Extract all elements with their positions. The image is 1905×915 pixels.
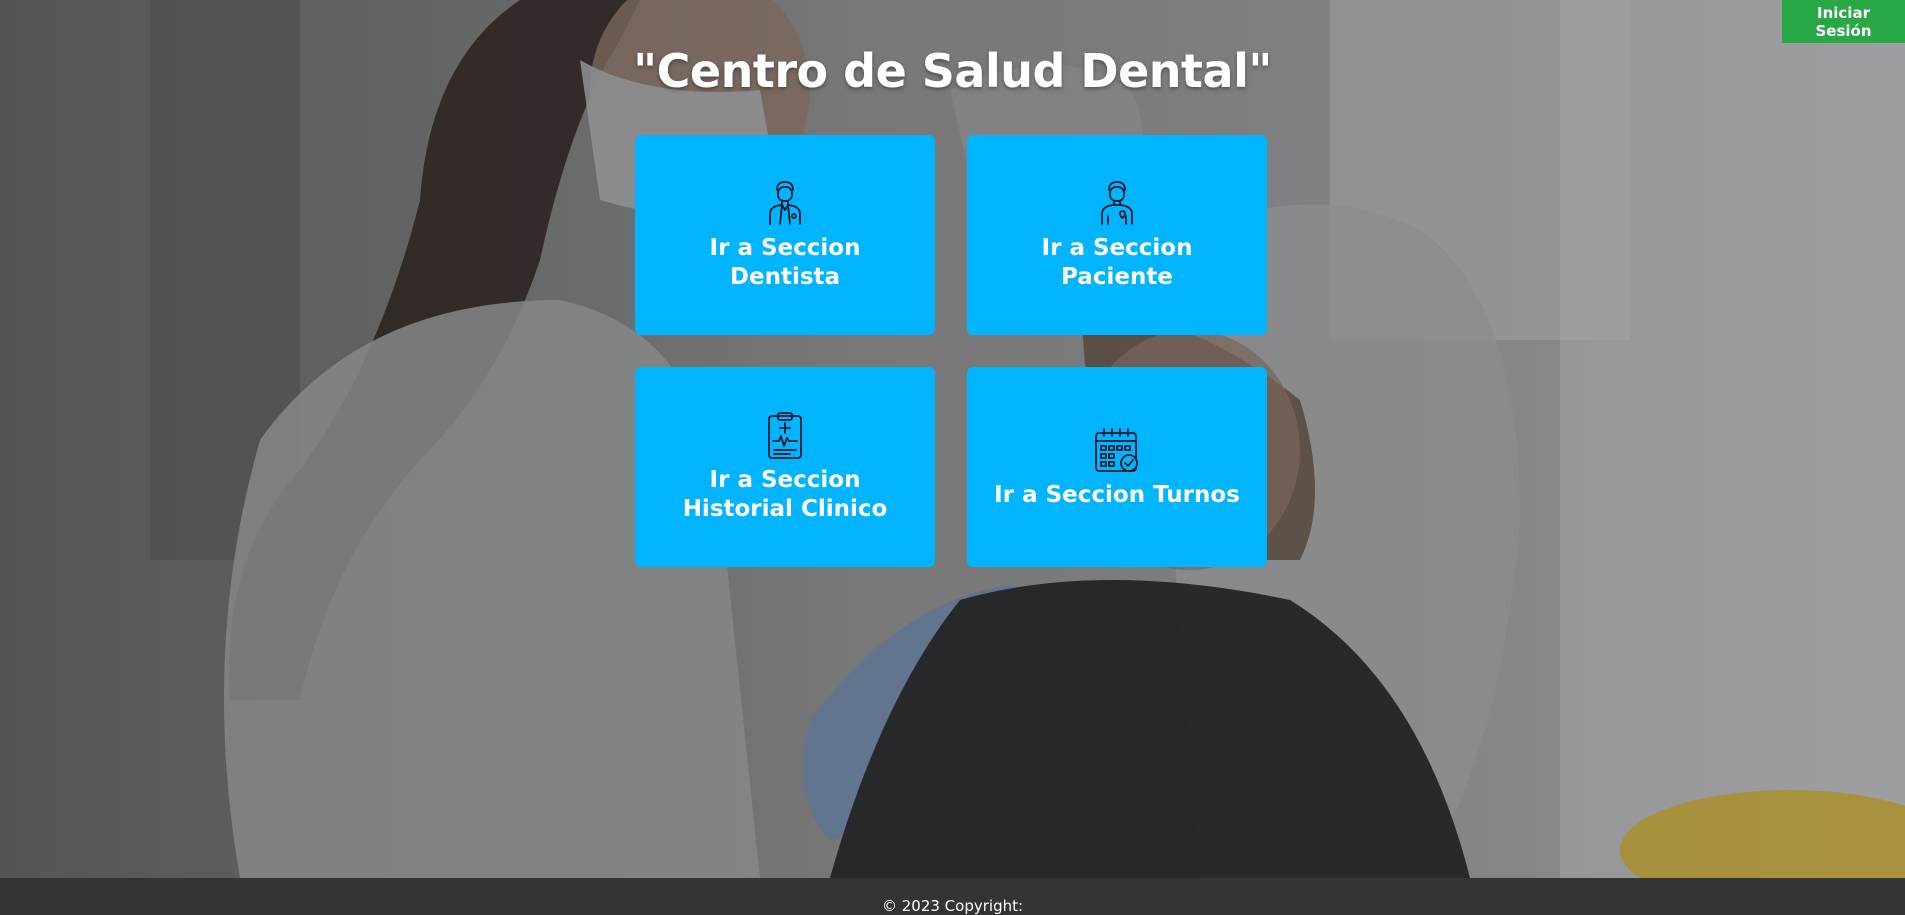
page: Iniciar Sesión "Centro de Salud Dental" … — [0, 0, 1905, 915]
background-overlay — [0, 0, 1905, 878]
footer-copyright: © 2023 Copyright: — [881, 897, 1024, 915]
patient-icon — [1101, 181, 1133, 225]
clinical-history-section-label: Ir a Seccion Historial Clinico — [682, 467, 888, 522]
patient-section-card[interactable]: Ir a Seccion Paciente — [967, 135, 1267, 335]
appointments-section-card[interactable]: Ir a Seccion Turnos — [967, 367, 1267, 567]
patient-section-label: Ir a Seccion Paciente — [1041, 235, 1193, 290]
appointments-section-label: Ir a Seccion Turnos — [994, 481, 1240, 508]
dentist-section-card[interactable]: Ir a Seccion Dentista — [635, 135, 935, 335]
clinical-history-section-card[interactable]: Ir a Seccion Historial Clinico — [635, 367, 935, 567]
clipboard-icon — [768, 412, 802, 459]
calendar-check-icon — [1095, 427, 1138, 472]
background-image — [0, 0, 1905, 878]
footer: © 2023 Copyright: — [0, 878, 1905, 915]
page-title: "Centro de Salud Dental" — [633, 44, 1272, 98]
dentist-icon — [769, 181, 801, 225]
login-button[interactable]: Iniciar Sesión — [1782, 0, 1905, 43]
dentist-section-label: Ir a Seccion Dentista — [709, 235, 861, 290]
